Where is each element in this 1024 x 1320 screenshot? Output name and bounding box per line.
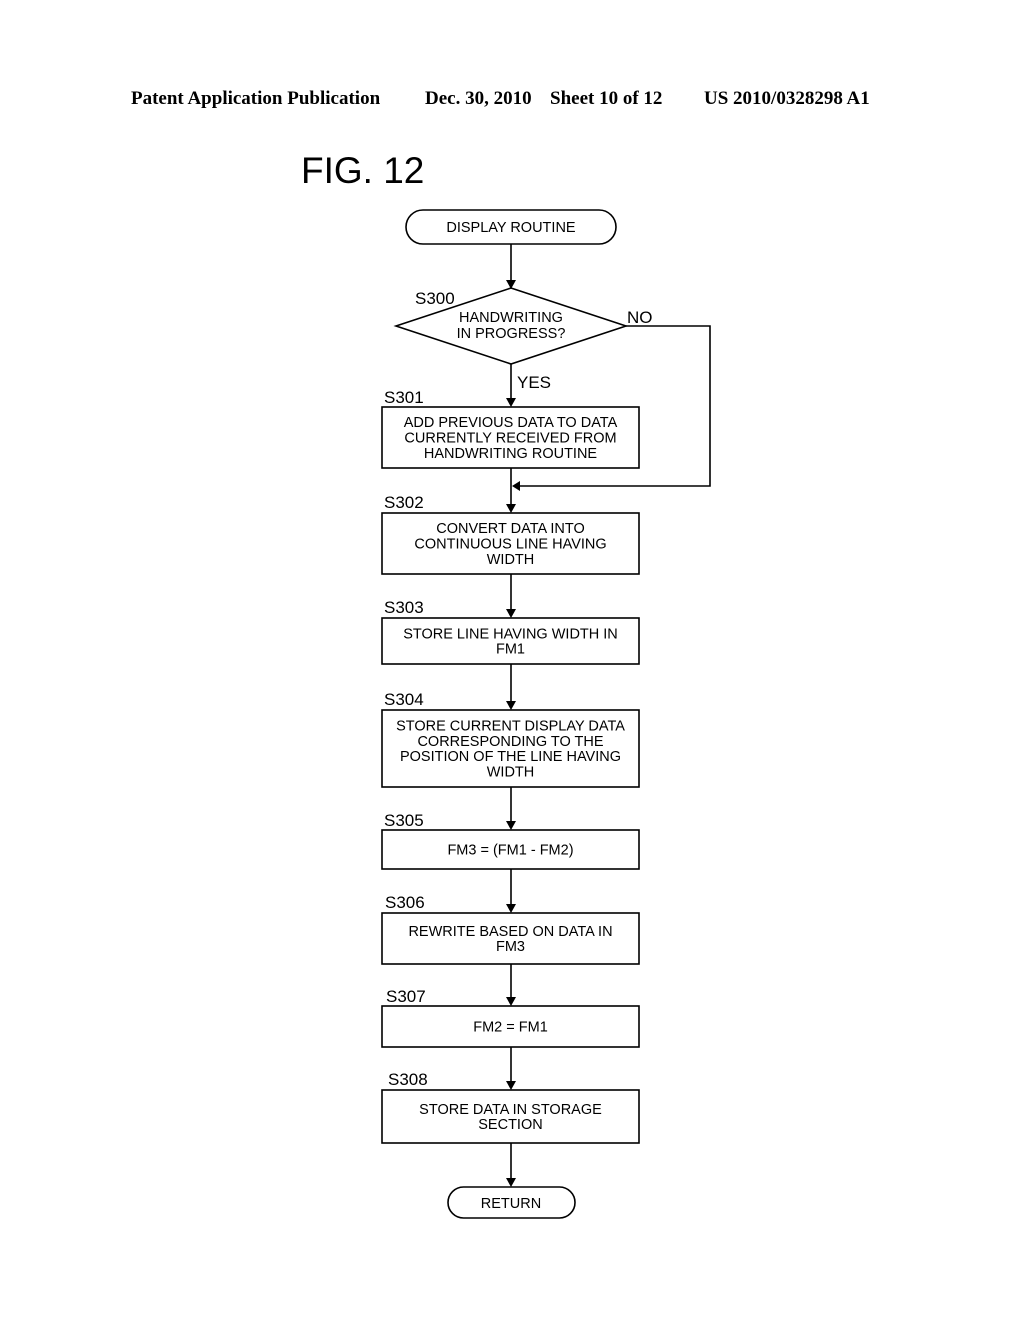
- step-text-line: STORE LINE HAVING WIDTH IN: [403, 626, 618, 642]
- step-text-line: CORRESPONDING TO THE: [417, 734, 603, 750]
- step-text-line: CONVERT DATA INTO: [436, 521, 585, 537]
- step-text-line: POSITION OF THE LINE HAVING: [400, 749, 621, 765]
- step-id: S308: [388, 1070, 428, 1089]
- decision-s300: S300 HANDWRITING IN PROGRESS? YES NO: [393, 287, 653, 392]
- step-text-line: FM1: [496, 642, 525, 658]
- arrowhead-icon: [506, 904, 516, 913]
- yes-branch-label: YES: [517, 373, 551, 392]
- step-text-line: ADD PREVIOUS DATA TO DATA: [404, 415, 618, 431]
- step-text-line: STORE DATA IN STORAGE: [419, 1102, 602, 1118]
- arrowhead-icon: [506, 504, 516, 513]
- step-id: S304: [384, 690, 424, 709]
- step-text-line: WIDTH: [487, 552, 535, 568]
- arrowhead-icon: [506, 1081, 516, 1090]
- arrowhead-icon: [506, 701, 516, 710]
- start-terminal-label: DISPLAY ROUTINE: [446, 220, 576, 236]
- arrowhead-icon: [506, 821, 516, 830]
- decision-line-1: HANDWRITING: [459, 310, 563, 326]
- arrowhead-icon: [506, 1178, 516, 1187]
- step-id: S301: [384, 388, 424, 407]
- step-id: S305: [384, 811, 424, 830]
- step-text-line: CURRENTLY RECEIVED FROM: [404, 431, 616, 447]
- step-text-line: FM3 = (FM1 - FM2): [447, 843, 573, 859]
- step-text-line: WIDTH: [487, 764, 535, 780]
- step-id: S307: [386, 987, 426, 1006]
- step-id: S302: [384, 493, 424, 512]
- start-terminal: DISPLAY ROUTINE: [405, 209, 617, 245]
- step-text-line: STORE CURRENT DISPLAY DATA: [396, 719, 625, 735]
- arrowhead-icon: [506, 997, 516, 1006]
- arrowhead-icon: [506, 398, 516, 407]
- end-terminal-label: RETURN: [481, 1196, 541, 1212]
- no-branch-label: NO: [627, 308, 653, 327]
- step-text-line: HANDWRITING ROUTINE: [424, 446, 598, 462]
- decision-step-id: S300: [415, 289, 455, 308]
- step-id: S303: [384, 598, 424, 617]
- arrowhead-icon: [506, 280, 516, 289]
- arrowhead-icon: [506, 609, 516, 618]
- arrowhead-icon: [512, 481, 520, 491]
- step-text-line: CONTINUOUS LINE HAVING: [414, 537, 606, 553]
- step-text-line: FM3: [496, 939, 525, 955]
- decision-line-2: IN PROGRESS?: [457, 326, 566, 342]
- step-text-line: FM2 = FM1: [473, 1020, 548, 1036]
- end-terminal: RETURN: [447, 1186, 576, 1219]
- flowchart: DISPLAY ROUTINE S300 HANDWRITING IN PROG…: [381, 209, 711, 1219]
- step-id: S306: [385, 893, 425, 912]
- step-text-line: SECTION: [478, 1117, 542, 1133]
- step-text-line: REWRITE BASED ON DATA IN: [408, 924, 612, 940]
